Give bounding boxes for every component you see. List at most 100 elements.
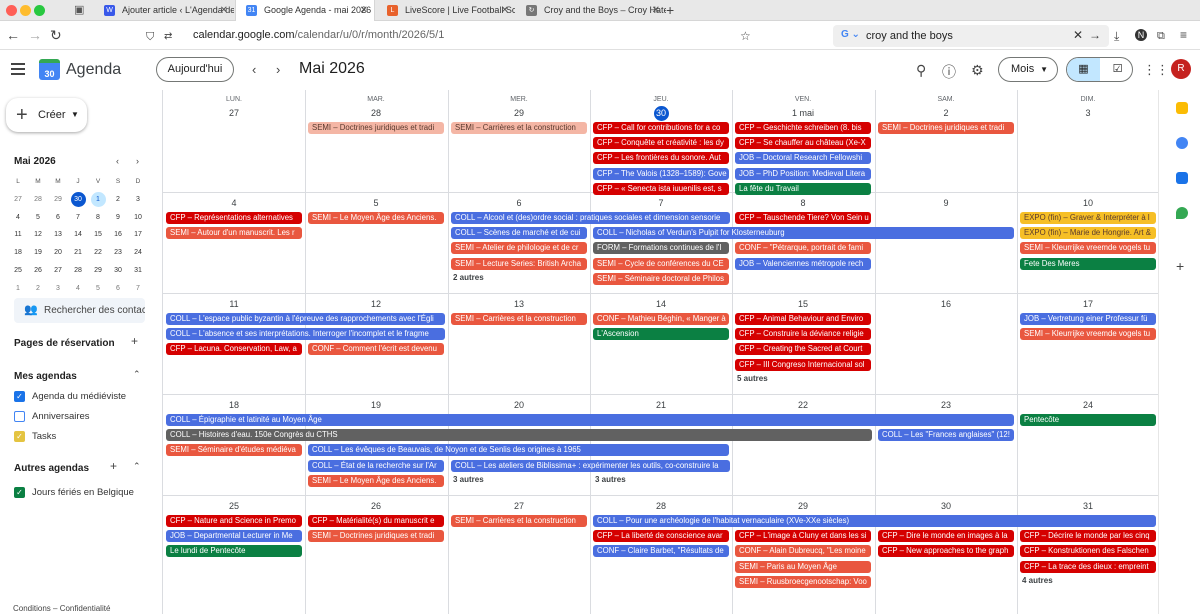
calendar-list-item[interactable]: ✓ Agenda du médiéviste bbox=[14, 391, 126, 402]
event-chip[interactable]: COLL – Histoires d'eau. 150e Congrès du … bbox=[166, 429, 872, 442]
help-icon[interactable]: ⓘ bbox=[942, 62, 956, 82]
mini-day[interactable]: 20 bbox=[48, 245, 68, 260]
day-number[interactable]: 11 bbox=[163, 297, 305, 311]
permissions-icon[interactable]: ⇄ bbox=[164, 29, 172, 45]
event-chip[interactable]: Fete Des Meres bbox=[1020, 257, 1156, 270]
mini-day[interactable]: 23 bbox=[108, 245, 128, 260]
event-chip[interactable]: JOB – Departmental Lecturer in Me bbox=[166, 530, 302, 543]
mini-day[interactable]: 24 bbox=[128, 245, 148, 260]
view-selector[interactable]: Mois ▼ bbox=[998, 57, 1058, 82]
event-chip[interactable]: CFP – Décrire le monde par les cinq bbox=[1020, 530, 1156, 543]
day-number[interactable]: 29 bbox=[448, 106, 590, 120]
calendar-list-item[interactable]: ✓ Tasks bbox=[14, 431, 56, 442]
event-chip[interactable]: SEMI – Kleurrijke vreemde vogels tu bbox=[1020, 328, 1156, 341]
browser-tab[interactable]: ↻ Croy and the Boys – Croy Hates ✕ bbox=[516, 0, 666, 21]
keep-icon[interactable] bbox=[1176, 102, 1188, 114]
more-events-link[interactable]: 4 autres bbox=[1022, 576, 1053, 585]
day-number[interactable]: 27 bbox=[448, 499, 590, 513]
day-number[interactable]: 5 bbox=[305, 196, 447, 210]
more-events-link[interactable]: 3 autres bbox=[595, 475, 626, 484]
extensions-icon[interactable]: ⧉ bbox=[1157, 28, 1165, 44]
mini-day[interactable]: 5 bbox=[88, 281, 108, 296]
day-number[interactable]: 31 bbox=[1017, 499, 1159, 513]
bookmark-star-icon[interactable]: ☆ bbox=[740, 28, 751, 44]
day-number[interactable]: 14 bbox=[590, 297, 732, 311]
mini-prev-icon[interactable]: ‹ bbox=[116, 156, 119, 166]
mini-day[interactable]: 12 bbox=[28, 227, 48, 242]
day-number[interactable]: 12 bbox=[305, 297, 447, 311]
day-number[interactable]: 21 bbox=[590, 398, 732, 412]
tasks-view-icon[interactable]: ☑ bbox=[1101, 58, 1132, 81]
settings-gear-icon[interactable]: ⚙ bbox=[971, 62, 984, 79]
mini-day[interactable]: 30 bbox=[108, 263, 128, 278]
close-tab-icon[interactable]: ✕ bbox=[220, 0, 228, 21]
collapse-chevron-icon[interactable]: ⌃ bbox=[133, 369, 141, 380]
event-chip[interactable]: SEMI – Doctrines juridiques et tradi bbox=[878, 122, 1014, 134]
event-chip[interactable]: CFP – Geschichte schreiben (8. bis bbox=[735, 122, 871, 134]
day-number[interactable]: 30 bbox=[590, 106, 732, 121]
booking-pages-link[interactable]: Pages de réservation bbox=[14, 338, 115, 349]
event-chip[interactable]: SEMI – Doctrines juridiques et tradi bbox=[308, 122, 444, 134]
day-number[interactable]: 1 mai bbox=[732, 106, 874, 120]
day-number[interactable]: 15 bbox=[732, 297, 874, 311]
event-chip[interactable]: CFP – La trace des dieux : empreint bbox=[1020, 560, 1156, 573]
event-chip[interactable]: SEMI – Paris au Moyen Âge bbox=[735, 560, 871, 573]
event-chip[interactable]: CONF – Comment l'écrit est devenu bbox=[308, 343, 444, 356]
event-chip[interactable]: EXPO (fin) – Marie de Hongrie. Art & bbox=[1020, 227, 1156, 240]
day-number[interactable]: 27 bbox=[163, 106, 305, 120]
calendar-tasks-toggle[interactable]: ▦ ☑ bbox=[1066, 57, 1133, 82]
mini-day[interactable]: 18 bbox=[8, 245, 28, 260]
main-menu-icon[interactable] bbox=[11, 63, 25, 75]
day-number[interactable]: 16 bbox=[875, 297, 1017, 311]
browser-tab[interactable]: L LiveScore | Live Football Scores✕ bbox=[377, 0, 515, 21]
event-chip[interactable]: CFP – « Senecta ista iuuenilis est, s bbox=[593, 182, 729, 195]
calendar-list-item[interactable]: ✓ Jours fériés en Belgique bbox=[14, 487, 134, 498]
event-chip[interactable]: SEMI – Carrières et la construction bbox=[451, 313, 587, 325]
mini-day[interactable]: 1 bbox=[8, 281, 28, 296]
event-chip[interactable]: CFP – Tauschende Tiere? Von Sein u bbox=[735, 212, 871, 224]
more-events-link[interactable]: 2 autres bbox=[453, 273, 484, 282]
mini-day[interactable]: 29 bbox=[48, 192, 68, 207]
day-number[interactable]: 3 bbox=[1017, 106, 1159, 120]
event-chip[interactable]: SEMI – Lecture Series: British Archa bbox=[451, 257, 587, 270]
event-chip[interactable]: SEMI – Autour d'un manuscrit. Les r bbox=[166, 227, 302, 240]
event-chip[interactable]: CFP – Creating the Sacred at Court bbox=[735, 343, 871, 356]
event-chip[interactable]: CFP – Représentations alternatives bbox=[166, 212, 302, 224]
event-chip[interactable]: CFP – Dire le monde en images à la bbox=[878, 530, 1014, 543]
mini-day[interactable]: 3 bbox=[128, 192, 148, 207]
browser-menu-icon[interactable]: ≡ bbox=[1180, 27, 1187, 43]
event-chip[interactable]: EXPO (fin) – Graver & Interpréter à l bbox=[1020, 212, 1156, 224]
event-chip[interactable]: CFP – Call for contributions for a co bbox=[593, 122, 729, 134]
day-number[interactable]: 8 bbox=[732, 196, 874, 210]
calendar-view-icon[interactable]: ▦ bbox=[1067, 58, 1100, 81]
mini-day[interactable]: 9 bbox=[108, 210, 128, 225]
mini-day[interactable]: 4 bbox=[68, 281, 88, 296]
event-chip[interactable]: COLL – Alcool et (des)ordre social : pra… bbox=[451, 212, 730, 224]
event-chip[interactable]: SEMI – Séminaire d'études médiéva bbox=[166, 444, 302, 457]
event-chip[interactable]: SEMI – Atelier de philologie et de cr bbox=[451, 242, 587, 255]
calendar-checkbox[interactable]: ✓ bbox=[14, 431, 25, 442]
event-chip[interactable]: COLL – Pour une archéologie de l'habitat… bbox=[593, 515, 1156, 527]
event-chip[interactable]: CFP – Les frontières du sonore. Aut bbox=[593, 152, 729, 165]
search-go-icon[interactable]: → bbox=[1089, 28, 1101, 42]
day-number[interactable]: 19 bbox=[305, 398, 447, 412]
mini-day[interactable]: 7 bbox=[68, 210, 88, 225]
day-number[interactable]: 7 bbox=[590, 196, 732, 210]
calendar-checkbox[interactable] bbox=[14, 411, 25, 422]
event-chip[interactable]: La fête du Travail bbox=[735, 182, 871, 195]
mini-day[interactable]: 14 bbox=[68, 227, 88, 242]
event-chip[interactable]: L'Ascension bbox=[593, 328, 729, 341]
mini-day[interactable]: 2 bbox=[108, 192, 128, 207]
search-people-input[interactable]: 👥 Rechercher des contacts bbox=[14, 298, 145, 323]
event-chip[interactable]: CFP – Konstruktionen des Falschen bbox=[1020, 545, 1156, 558]
browser-search-box[interactable]: G ⌄ croy and the boys ✕ → bbox=[833, 25, 1109, 47]
clear-search-icon[interactable]: ✕ bbox=[1073, 28, 1083, 42]
event-chip[interactable]: JOB – PhD Position: Medieval Litera bbox=[735, 167, 871, 180]
search-icon[interactable]: ⚲ bbox=[916, 62, 926, 79]
day-number[interactable]: 4 bbox=[163, 196, 305, 210]
event-chip[interactable]: CONF – Mathieu Béghin, « Manger à bbox=[593, 313, 729, 325]
mini-day[interactable]: 11 bbox=[8, 227, 28, 242]
day-number[interactable]: 18 bbox=[163, 398, 305, 412]
event-chip[interactable]: SEMI – Carrières et la construction bbox=[451, 122, 587, 134]
day-number[interactable]: 13 bbox=[448, 297, 590, 311]
